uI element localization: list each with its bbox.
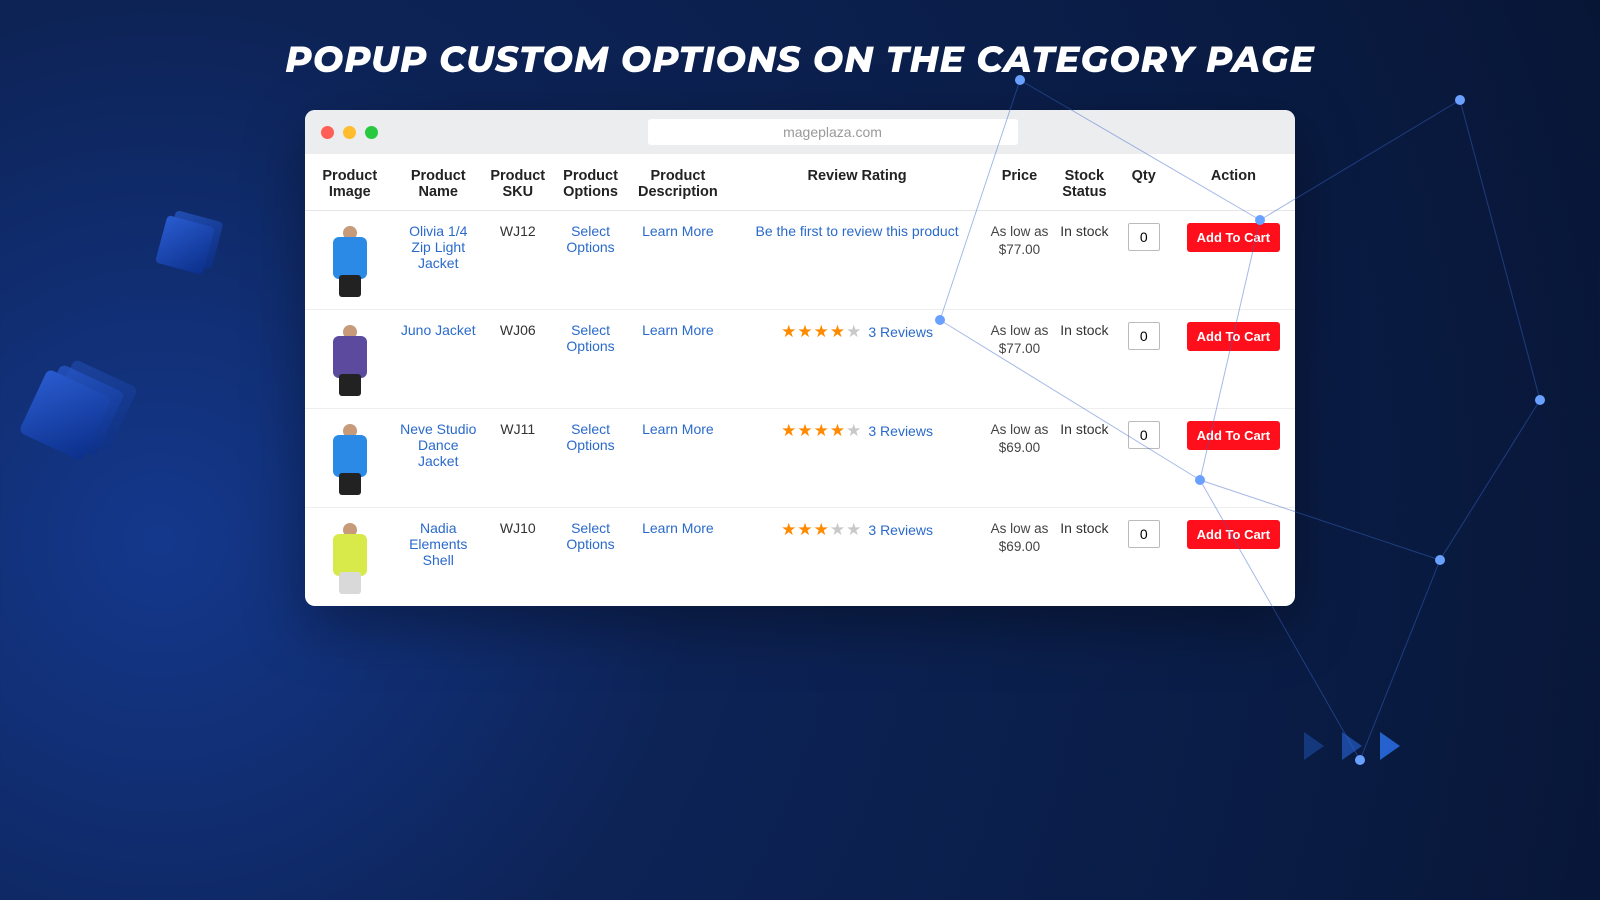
product-thumbnail[interactable] xyxy=(327,322,373,396)
col-header-name: Product Name xyxy=(395,154,482,211)
learn-more-link[interactable]: Learn More xyxy=(642,223,714,239)
col-header-review: Review Rating xyxy=(728,154,986,211)
product-sku: WJ11 xyxy=(482,409,554,508)
product-sku: WJ10 xyxy=(482,508,554,607)
price-label: As low as$77.00 xyxy=(990,223,1049,259)
price-label: As low as$69.00 xyxy=(990,520,1049,556)
col-header-stock: Stock Status xyxy=(1053,154,1116,211)
product-thumbnail[interactable] xyxy=(327,223,373,297)
qty-input[interactable] xyxy=(1128,421,1160,449)
qty-input[interactable] xyxy=(1128,223,1160,251)
add-to-cart-button[interactable]: Add To Cart xyxy=(1187,520,1280,549)
product-thumbnail[interactable] xyxy=(327,421,373,495)
select-options-link[interactable]: Select Options xyxy=(566,520,614,552)
learn-more-link[interactable]: Learn More xyxy=(642,520,714,536)
col-header-image: Product Image xyxy=(305,154,395,211)
select-options-link[interactable]: Select Options xyxy=(566,223,614,255)
maximize-icon[interactable] xyxy=(365,126,378,139)
table-row: Nadia Elements Shell WJ10 Select Options Le… xyxy=(305,508,1295,607)
reviews-link[interactable]: 3 Reviews xyxy=(868,522,933,538)
reviews-link[interactable]: 3 Reviews xyxy=(868,324,933,340)
page-title: POPUP CUSTOM OPTIONS ON THE CATEGORY PAG… xyxy=(0,0,1600,82)
col-header-description: Product Description xyxy=(628,154,729,211)
product-name-link[interactable]: Nadia Elements Shell xyxy=(409,520,467,568)
stock-status: In stock xyxy=(1060,322,1108,338)
product-thumbnail[interactable] xyxy=(327,520,373,594)
star-rating-icon: ★★★★★ xyxy=(781,520,862,539)
price-label: As low as$77.00 xyxy=(990,322,1049,358)
add-to-cart-button[interactable]: Add To Cart xyxy=(1187,223,1280,252)
table-row: Neve Studio Dance JacketWJ11 Select Optio… xyxy=(305,409,1295,508)
add-to-cart-button[interactable]: Add To Cart xyxy=(1187,421,1280,450)
browser-titlebar: mageplaza.com xyxy=(305,110,1295,154)
col-header-action: Action xyxy=(1172,154,1295,211)
qty-input[interactable] xyxy=(1128,322,1160,350)
select-options-link[interactable]: Select Options xyxy=(566,421,614,453)
window-controls xyxy=(321,126,378,139)
price-label: As low as$69.00 xyxy=(990,421,1049,457)
stock-status: In stock xyxy=(1060,421,1108,437)
table-row: Olivia 1/4 Zip Light Jacket WJ12 Select Op… xyxy=(305,211,1295,310)
first-review-link[interactable]: Be the first to review this product xyxy=(756,223,959,239)
star-rating-icon: ★★★★★ xyxy=(781,322,862,341)
close-icon[interactable] xyxy=(321,126,334,139)
stock-status: In stock xyxy=(1060,223,1108,239)
table-row: Juno Jacket WJ06 Select Options Learn More ★… xyxy=(305,310,1295,409)
reviews-link[interactable]: 3 Reviews xyxy=(868,423,933,439)
qty-input[interactable] xyxy=(1128,520,1160,548)
product-table: Product Image Product Name Product SKU P… xyxy=(305,154,1295,606)
col-header-options: Product Options xyxy=(554,154,628,211)
product-name-link[interactable]: Olivia 1/4 Zip Light Jacket xyxy=(409,223,467,271)
add-to-cart-button[interactable]: Add To Cart xyxy=(1187,322,1280,351)
product-sku: WJ06 xyxy=(482,310,554,409)
col-header-qty: Qty xyxy=(1116,154,1172,211)
minimize-icon[interactable] xyxy=(343,126,356,139)
product-sku: WJ12 xyxy=(482,211,554,310)
col-header-sku: Product SKU xyxy=(482,154,554,211)
product-name-link[interactable]: Neve Studio Dance Jacket xyxy=(400,421,476,469)
learn-more-link[interactable]: Learn More xyxy=(642,421,714,437)
learn-more-link[interactable]: Learn More xyxy=(642,322,714,338)
col-header-price: Price xyxy=(986,154,1053,211)
table-header-row: Product Image Product Name Product SKU P… xyxy=(305,154,1295,211)
star-rating-icon: ★★★★★ xyxy=(781,421,862,440)
url-bar[interactable]: mageplaza.com xyxy=(648,119,1018,145)
product-name-link[interactable]: Juno Jacket xyxy=(401,322,476,338)
select-options-link[interactable]: Select Options xyxy=(566,322,614,354)
browser-window: mageplaza.com Product Image Product Name… xyxy=(305,110,1295,606)
stock-status: In stock xyxy=(1060,520,1108,536)
